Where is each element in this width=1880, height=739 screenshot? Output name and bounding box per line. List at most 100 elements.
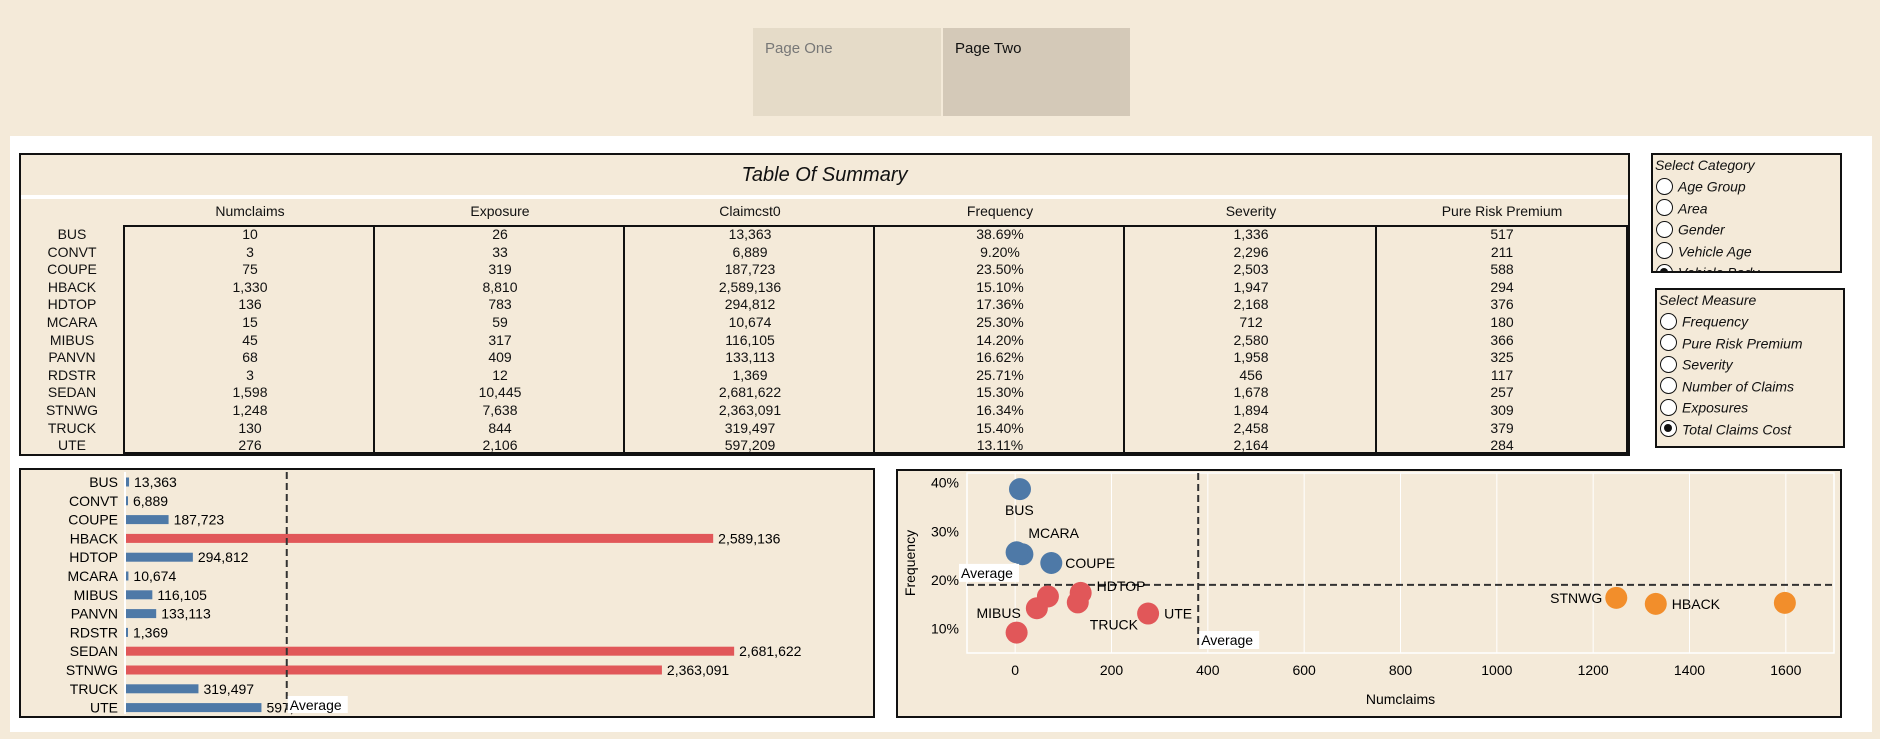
table-cell: 309 (1490, 402, 1514, 418)
tab-page-two[interactable]: Page Two (943, 28, 1130, 116)
bar-value-label: 2,589,136 (718, 530, 780, 546)
table-cell: 15.30% (976, 384, 1024, 401)
x-tick-label: 1400 (1674, 662, 1705, 678)
table-cell: 1,958 (1233, 349, 1269, 366)
bar-category-label: COUPE (68, 512, 118, 528)
scatter-point-label: HBACK (1672, 596, 1721, 612)
scatter-point-convt[interactable] (1005, 621, 1028, 644)
bar-sedan[interactable] (126, 646, 735, 656)
table-cell: 1,248 (232, 402, 268, 418)
radio-button[interactable] (1656, 263, 1673, 271)
scatter-point-sedan[interactable] (1773, 591, 1796, 614)
table-cell: 45 (242, 331, 258, 348)
bar-panvn[interactable] (126, 609, 157, 619)
filter-option[interactable]: Number of Claims (1660, 375, 1794, 395)
radio-button[interactable] (1660, 355, 1677, 373)
bar-bus[interactable] (126, 477, 130, 487)
bar-mcara[interactable] (126, 571, 129, 581)
radio-button[interactable] (1660, 420, 1677, 438)
table-cell: 325 (1490, 349, 1514, 366)
x-tick-label: 600 (1292, 662, 1316, 678)
filter-option[interactable]: Vehicle Body (1656, 261, 1759, 271)
bar-hback[interactable] (126, 533, 714, 543)
radio-button[interactable] (1660, 398, 1677, 416)
bar-coupe[interactable] (126, 515, 169, 525)
bar-value-label: 2,363,091 (667, 662, 729, 678)
column-divider (873, 225, 875, 454)
scatter-point-bus[interactable] (1008, 478, 1031, 501)
filter-option[interactable]: Exposures (1660, 396, 1748, 416)
table-cell: 517 (1490, 226, 1514, 242)
row-label: COUPE (47, 261, 97, 278)
row-label: HDTOP (47, 296, 97, 313)
x-tick-label: 400 (1196, 662, 1220, 678)
bar-value-label: 187,723 (174, 512, 225, 528)
filter-option[interactable]: Total Claims Cost (1660, 418, 1791, 438)
bar-value-label: 6,889 (133, 493, 168, 509)
scatter-point-ute[interactable] (1137, 602, 1160, 625)
table-cell: 284 (1490, 437, 1514, 454)
table-cell: 13,363 (728, 226, 772, 242)
table-cell: 319,497 (724, 419, 776, 436)
bar-mibus[interactable] (126, 590, 153, 600)
filter-option-label: Gender (1678, 221, 1725, 238)
y-tick-label: 10% (931, 621, 959, 637)
row-label: UTE (58, 437, 86, 454)
select-measure-filter: Select Measure Frequency Pure Risk Premiu… (1655, 288, 1845, 448)
bar-hdtop[interactable] (126, 552, 193, 562)
filter-option[interactable]: Age Group (1656, 175, 1746, 195)
table-cell: 15.40% (976, 419, 1024, 436)
radio-button[interactable] (1660, 334, 1677, 352)
table-cell: 379 (1490, 419, 1514, 436)
bar-truck[interactable] (126, 684, 199, 694)
bar-chart: BUS 13,363 CONVT 6,889 COUPE 187,723 HBACK 2,58… (66, 472, 802, 716)
bar-value-label: 2,681,622 (739, 643, 801, 659)
column-divider (1375, 225, 1377, 454)
bar-rdstr[interactable] (126, 627, 128, 637)
radio-button[interactable] (1660, 377, 1677, 395)
scatter-average-v-label: Average (1201, 632, 1253, 648)
filter-option[interactable]: Pure Risk Premium (1660, 332, 1803, 352)
radio-button[interactable] (1656, 199, 1673, 217)
bar-category-label: CONVT (69, 493, 118, 509)
bar-stnwg[interactable] (126, 665, 662, 675)
radio-button[interactable] (1656, 177, 1673, 195)
radio-button[interactable] (1660, 312, 1677, 330)
scatter-point-label: MCARA (1028, 525, 1079, 541)
scatter-point-stnwg[interactable] (1605, 586, 1628, 609)
filter-option[interactable]: Gender (1656, 218, 1725, 238)
table-cell: 180 (1490, 314, 1514, 330)
scatter-point-hback[interactable] (1644, 592, 1667, 615)
radio-button[interactable] (1656, 220, 1673, 238)
radio-button[interactable] (1656, 242, 1673, 260)
table-cell: 257 (1490, 384, 1514, 401)
filter-option[interactable]: Area (1656, 197, 1708, 217)
table-cell: 1,947 (1233, 278, 1269, 295)
table-cell: 14.20% (976, 331, 1024, 348)
row-label: CONVT (47, 243, 97, 260)
filter-option[interactable]: Frequency (1660, 310, 1748, 330)
table-cell: 59 (492, 314, 508, 330)
table-cell: 1,336 (1233, 226, 1269, 242)
scatter-point-truck[interactable] (1066, 591, 1089, 614)
bar-category-label: BUS (89, 474, 118, 490)
bar-ute[interactable] (126, 703, 262, 713)
bar-convt[interactable] (126, 496, 128, 506)
table-cell: 13.11% (976, 437, 1024, 454)
table-cell: 16.34% (976, 402, 1024, 418)
filter-option[interactable]: Vehicle Age (1656, 240, 1752, 260)
bar-value-label: 1,369 (133, 624, 168, 640)
summary-title: Table Of Summary (741, 164, 908, 186)
table-cell: 2,296 (1233, 243, 1269, 260)
table-cell: 376 (1490, 296, 1514, 313)
scatter-point-coupe[interactable] (1040, 552, 1063, 574)
table-cell: 294,812 (724, 296, 776, 313)
scatter-point-rdstr[interactable] (1005, 541, 1028, 564)
tab-page-one[interactable]: Page One (753, 28, 941, 116)
scatter-point-panvn[interactable] (1036, 585, 1059, 608)
y-tick-label: 30% (931, 523, 959, 539)
select-measure-title: Select Measure (1659, 292, 1757, 308)
table-cell: 75 (242, 261, 258, 278)
row-label: BUS (57, 226, 87, 242)
filter-option[interactable]: Severity (1660, 353, 1733, 373)
